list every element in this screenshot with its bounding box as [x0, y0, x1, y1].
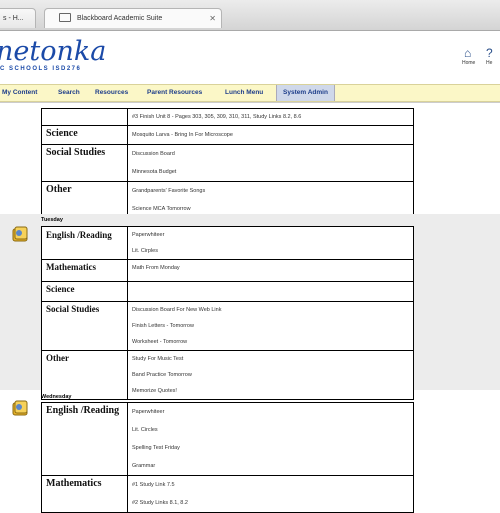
assignment-item: Math From Monday [132, 265, 180, 271]
subject-cell: Other [41, 350, 128, 400]
notebook-icon [12, 400, 28, 416]
assignment-item: Lit. Circles [132, 427, 158, 433]
table-row: Science [41, 281, 414, 302]
table-row: Mathematics #1 Study Link 7.5 #2 Study L… [41, 475, 414, 513]
nav-my-content[interactable]: My Content [2, 85, 37, 101]
subject-cell: English /Reading [41, 402, 128, 476]
wednesday-homework-table: English /Reading Paperwhiteer Lit. Circl… [41, 402, 414, 513]
assignment-item: Finish Letters - Tomorrow [132, 323, 194, 329]
assignment-item: Band Practice Tomorrow [132, 372, 192, 378]
assignment-item: Minnesota Budget [132, 169, 177, 175]
home-icon[interactable]: ⌂ [464, 46, 471, 60]
table-row: English /Reading Paperwhiteer Lit. Cirpl… [41, 226, 414, 260]
tab-title: s - H... [3, 15, 24, 22]
subject-cell [41, 108, 128, 126]
assignment-item: Lit. Cirples [132, 248, 158, 254]
subject-cell: English /Reading [41, 226, 128, 260]
assignment-item: #2 Study Links 8.1, 8.2 [132, 500, 188, 506]
assignment-item: Study For Music Test [132, 356, 184, 362]
table-row: #3 Finish Unit 8 - Pages 303, 305, 309, … [41, 108, 414, 126]
nav-search[interactable]: Search [58, 85, 80, 101]
district-logo-subtitle: C SCHOOLS ISD276 [0, 66, 82, 72]
subject-cell: Mathematics [41, 475, 128, 513]
main-nav: My Content Search Resources Parent Resou… [0, 84, 500, 102]
browser-tab-bar: s - H... Blackboard Academic Suite ✕ [0, 0, 500, 31]
assignment-item: Memorize Quotes! [132, 388, 177, 394]
nav-lunch-menu[interactable]: Lunch Menu [225, 85, 263, 101]
browser-tab[interactable]: s - H... [0, 8, 36, 28]
table-row: Social Studies Discussion Board Minnesot… [41, 144, 414, 182]
day-label: Wednesday [41, 394, 72, 400]
monday-homework-table: #3 Finish Unit 8 - Pages 303, 305, 309, … [41, 108, 414, 219]
assignment-item: Mosquito Larva - Bring In For Microscope [132, 132, 233, 138]
assignment-item [128, 282, 413, 298]
assignment-item: Discussion Board For New Web Link [132, 307, 222, 313]
table-row: Social Studies Discussion Board For New … [41, 301, 414, 351]
browser-tab-active[interactable]: Blackboard Academic Suite ✕ [44, 8, 222, 28]
table-row: Science Mosquito Larva - Bring In For Mi… [41, 125, 414, 145]
table-row: English /Reading Paperwhiteer Lit. Circl… [41, 402, 414, 476]
page-icon [59, 12, 71, 22]
table-row: Other Study For Music Test Band Practice… [41, 350, 414, 400]
assignment-item: #1 Study Link 7.5 [132, 482, 175, 488]
tuesday-homework-table: English /Reading Paperwhiteer Lit. Cirpl… [41, 226, 414, 400]
assignment-item: #3 Finish Unit 8 - Pages 303, 305, 309, … [132, 114, 302, 120]
day-label: Tuesday [41, 217, 63, 223]
nav-parent-resources[interactable]: Parent Resources [147, 85, 202, 101]
nav-resources[interactable]: Resources [95, 85, 128, 101]
assignment-item: Paperwhiteer [132, 409, 165, 415]
divider [0, 102, 500, 103]
assignment-item: Grandparents' Favorite Songs [132, 188, 206, 194]
home-label[interactable]: Home [462, 60, 475, 66]
district-logo[interactable]: netonka [0, 36, 106, 67]
assignment-item: Worksheet - Tomorrow [132, 339, 188, 345]
assignment-item: Grammar [132, 463, 156, 469]
notebook-icon [12, 226, 28, 242]
subject-cell: Social Studies [41, 144, 128, 182]
table-row: Other Grandparents' Favorite Songs Scien… [41, 181, 414, 219]
assignment-item: Paperwhiteer [132, 232, 165, 238]
header-tools: ⌂ Home ? He [460, 46, 500, 70]
help-icon[interactable]: ? [486, 46, 493, 60]
close-icon[interactable]: ✕ [209, 9, 216, 28]
table-row: Mathematics Math From Monday [41, 259, 414, 282]
subject-cell: Social Studies [41, 301, 128, 351]
subject-cell: Mathematics [41, 259, 128, 282]
subject-cell: Science [41, 125, 128, 145]
assignment-item: Discussion Board [132, 151, 175, 157]
nav-system-admin[interactable]: System Admin [276, 85, 335, 101]
subject-cell: Science [41, 281, 128, 302]
tab-title: Blackboard Academic Suite [77, 15, 163, 22]
subject-cell: Other [41, 181, 128, 219]
assignment-item: Spelling Test Friday [132, 445, 180, 451]
help-label[interactable]: He [486, 60, 492, 66]
